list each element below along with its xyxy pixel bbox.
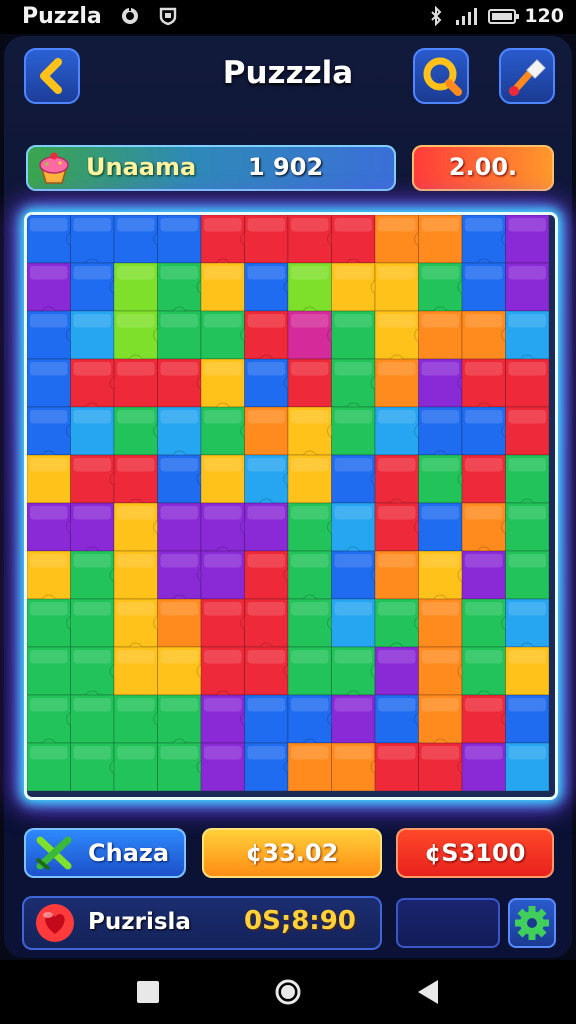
puzzle-piece[interactable] <box>200 454 245 504</box>
info-bar: Unaama 1 902 <box>26 145 396 191</box>
puzzle-piece[interactable] <box>70 598 115 648</box>
puzzle-piece[interactable] <box>505 550 550 600</box>
paint-button[interactable] <box>499 48 555 104</box>
puzzle-piece[interactable] <box>505 262 550 312</box>
puzzle-piece[interactable] <box>113 358 158 408</box>
puzzle-piece[interactable] <box>244 502 289 552</box>
right-button[interactable]: ¢S3100 <box>396 828 554 878</box>
puzzle-piece[interactable] <box>113 262 158 312</box>
puzzle-piece[interactable] <box>287 454 332 504</box>
battery-icon <box>488 9 519 24</box>
chaza-label: Chaza <box>88 839 170 867</box>
puzzle-piece[interactable] <box>331 310 376 360</box>
crossed-swords-icon <box>36 836 72 870</box>
heart-icon <box>36 904 74 942</box>
puzzle-piece[interactable] <box>70 310 115 360</box>
puzzle-piece[interactable] <box>418 215 463 264</box>
bottom-label: Puzrisla <box>88 909 191 935</box>
system-nav-bar <box>0 960 576 1024</box>
search-button[interactable] <box>413 48 469 104</box>
chaza-button[interactable]: Chaza <box>24 828 186 878</box>
puzzle-piece[interactable] <box>374 358 419 408</box>
puzzle-piece[interactable] <box>418 502 463 552</box>
puzzle-piece[interactable] <box>244 694 289 744</box>
middle-button[interactable]: ¢33.02 <box>202 828 382 878</box>
puzzle-piece[interactable] <box>244 406 289 456</box>
status-time: 120 <box>524 5 564 27</box>
bluetooth-icon <box>431 6 442 26</box>
puzzle-piece[interactable] <box>200 742 245 791</box>
puzzle-piece[interactable] <box>331 694 376 744</box>
puzzle-piece[interactable] <box>200 550 245 600</box>
puzzle-board[interactable] <box>24 212 558 800</box>
puzzle-piece[interactable] <box>113 646 158 696</box>
status-bar: Puzzla 120 <box>0 0 576 34</box>
search-icon <box>423 57 462 96</box>
back-triangle-icon[interactable] <box>408 972 448 1012</box>
app-icon <box>122 7 138 24</box>
circle-icon[interactable] <box>268 972 308 1012</box>
puzzle-piece[interactable] <box>374 742 419 791</box>
puzzle-piece[interactable] <box>505 646 550 696</box>
shield-icon <box>159 7 177 26</box>
info-number: 1 902 <box>248 153 324 181</box>
empty-slot[interactable] <box>396 898 500 948</box>
square-icon[interactable] <box>128 972 168 1012</box>
puzzle-piece[interactable] <box>27 742 71 791</box>
puzzle-piece[interactable] <box>157 215 202 264</box>
puzzle-piece[interactable] <box>418 310 463 360</box>
puzzle-piece[interactable] <box>287 742 332 791</box>
middle-label: ¢33.02 <box>245 839 339 867</box>
cupcake-icon <box>39 152 69 184</box>
puzzle-piece[interactable] <box>287 358 332 408</box>
puzzle-piece[interactable] <box>505 406 550 456</box>
puzzle-piece[interactable] <box>200 262 245 312</box>
puzzle-piece[interactable] <box>505 502 550 552</box>
puzzle-piece[interactable] <box>157 502 202 552</box>
price-badge[interactable]: 2.00. <box>412 145 554 191</box>
puzzle-piece[interactable] <box>331 406 376 456</box>
puzzle-piece[interactable] <box>70 406 115 456</box>
bottom-score: 0S;8:90 <box>244 906 356 936</box>
puzzle-piece[interactable] <box>461 262 506 312</box>
puzzle-piece[interactable] <box>113 742 158 791</box>
puzzle-piece[interactable] <box>374 262 419 312</box>
puzzle-piece[interactable] <box>374 550 419 600</box>
puzzle-piece[interactable] <box>287 646 332 696</box>
price-value: 2.00. <box>448 153 518 181</box>
puzzle-piece[interactable] <box>505 358 550 408</box>
puzzle-piece[interactable] <box>157 310 202 360</box>
paintbrush-icon <box>509 59 546 96</box>
bottom-bar[interactable]: Puzrisla 0S;8:90 <box>22 896 382 950</box>
puzzle-piece[interactable] <box>70 694 115 744</box>
puzzle-piece[interactable] <box>374 646 419 696</box>
right-label: ¢S3100 <box>424 839 526 867</box>
status-app-title: Puzzla <box>22 4 102 29</box>
settings-button[interactable] <box>508 898 556 948</box>
puzzle-piece[interactable] <box>505 694 550 744</box>
puzzle-piece[interactable] <box>27 454 71 504</box>
puzzle-piece[interactable] <box>505 742 550 791</box>
puzzle-piece[interactable] <box>157 598 202 648</box>
puzzle-piece[interactable] <box>113 550 158 600</box>
signal-icon <box>456 8 477 25</box>
puzzle-piece[interactable] <box>505 215 550 264</box>
puzzle-piece[interactable] <box>418 598 463 648</box>
puzzle-piece[interactable] <box>244 215 289 264</box>
puzzle-piece[interactable] <box>27 358 71 408</box>
puzzle-piece[interactable] <box>331 598 376 648</box>
page-title: Puzzzla <box>222 55 354 91</box>
puzzle-piece[interactable] <box>461 742 506 791</box>
puzzle-piece[interactable] <box>461 454 506 504</box>
gear-icon <box>515 906 549 940</box>
puzzle-piece[interactable] <box>461 550 506 600</box>
puzzle-piece[interactable] <box>27 646 71 696</box>
info-name: Unaama <box>86 153 197 181</box>
puzzle-grid[interactable] <box>27 215 549 791</box>
